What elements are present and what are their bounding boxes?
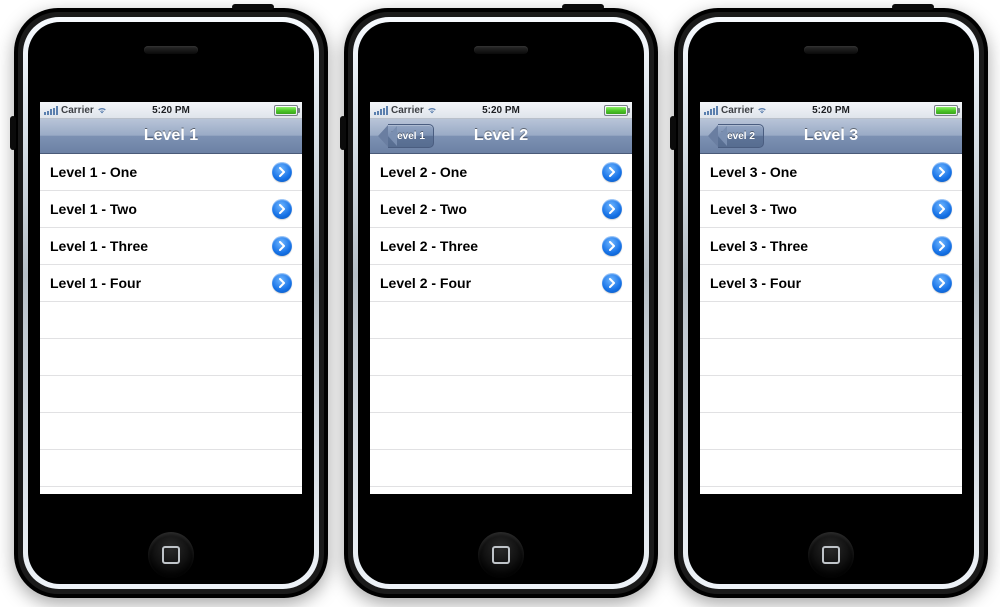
table-row [700,413,962,450]
wifi-icon [427,106,437,114]
table-row [370,413,632,450]
table-row [700,339,962,376]
status-bar: Carrier 5:20 PM [40,102,302,119]
power-button[interactable] [562,4,604,10]
table-view[interactable]: Level 1 - One Level 1 - Two Level 1 - Th… [40,154,302,494]
battery-icon [274,105,298,116]
table-row [700,450,962,487]
signal-icon [704,106,718,115]
wifi-icon [757,106,767,114]
carrier-label: Carrier [61,105,94,116]
battery-icon [604,105,628,116]
home-button[interactable] [808,532,854,578]
back-button[interactable]: Level 2 [708,125,764,147]
row-label: Level 1 - Four [50,275,141,291]
status-bar: Carrier 5:20 PM [370,102,632,119]
table-row[interactable]: Level 1 - One [40,154,302,191]
table-row [370,450,632,487]
disclosure-icon[interactable] [272,236,292,256]
disclosure-icon[interactable] [932,273,952,293]
wifi-icon [97,106,107,114]
row-label: Level 1 - Three [50,238,148,254]
row-label: Level 3 - Three [710,238,808,254]
table-row[interactable]: Level 3 - Two [700,191,962,228]
nav-bar: Level 1 Level 2 [370,119,632,154]
row-label: Level 3 - Four [710,275,801,291]
row-label: Level 1 - Two [50,201,137,217]
earpiece [474,46,528,54]
table-row[interactable]: Level 1 - Four [40,265,302,302]
disclosure-icon[interactable] [932,199,952,219]
screen: Carrier 5:20 PM Level 1 Level 1 - One Le… [40,102,302,494]
battery-icon [934,105,958,116]
table-row[interactable]: Level 2 - Two [370,191,632,228]
table-row [40,413,302,450]
nav-title: Level 3 [804,127,858,145]
disclosure-icon[interactable] [272,162,292,182]
table-row [40,487,302,494]
phone-1: Carrier 5:20 PM Level 1 Level 2 Level 2 … [344,8,658,598]
nav-title: Level 2 [474,127,528,145]
table-row[interactable]: Level 3 - One [700,154,962,191]
carrier-label: Carrier [721,105,754,116]
power-button[interactable] [232,4,274,10]
table-row[interactable]: Level 2 - Four [370,265,632,302]
disclosure-icon[interactable] [602,199,622,219]
phone-0: Carrier 5:20 PM Level 1 Level 1 - One Le… [14,8,328,598]
table-row [370,339,632,376]
row-label: Level 1 - One [50,164,137,180]
table-row [40,450,302,487]
table-row[interactable]: Level 2 - One [370,154,632,191]
silent-switch[interactable] [10,116,16,150]
carrier-label: Carrier [391,105,424,116]
table-row [40,376,302,413]
table-row[interactable]: Level 3 - Three [700,228,962,265]
row-label: Level 3 - Two [710,201,797,217]
disclosure-icon[interactable] [602,236,622,256]
row-label: Level 3 - One [710,164,797,180]
nav-bar: Level 1 [40,119,302,154]
disclosure-icon[interactable] [932,162,952,182]
table-row [370,302,632,339]
table-view[interactable]: Level 2 - One Level 2 - Two Level 2 - Th… [370,154,632,494]
disclosure-icon[interactable] [602,273,622,293]
signal-icon [44,106,58,115]
silent-switch[interactable] [670,116,676,150]
table-row [700,302,962,339]
earpiece [804,46,858,54]
row-label: Level 2 - Three [380,238,478,254]
nav-bar: Level 2 Level 3 [700,119,962,154]
table-row [700,487,962,494]
table-row [40,339,302,376]
disclosure-icon[interactable] [602,162,622,182]
table-row[interactable]: Level 1 - Two [40,191,302,228]
stage: { "status": { "carrier": "Carrier", "tim… [0,0,1000,607]
table-view[interactable]: Level 3 - One Level 3 - Two Level 3 - Th… [700,154,962,494]
disclosure-icon[interactable] [932,236,952,256]
screen: Carrier 5:20 PM Level 2 Level 3 Level 3 … [700,102,962,494]
table-row[interactable]: Level 1 - Three [40,228,302,265]
row-label: Level 2 - One [380,164,467,180]
status-bar: Carrier 5:20 PM [700,102,962,119]
row-label: Level 2 - Four [380,275,471,291]
table-row[interactable]: Level 2 - Three [370,228,632,265]
table-row [370,487,632,494]
back-button[interactable]: Level 1 [378,125,434,147]
home-button[interactable] [148,532,194,578]
power-button[interactable] [892,4,934,10]
disclosure-icon[interactable] [272,273,292,293]
disclosure-icon[interactable] [272,199,292,219]
nav-title: Level 1 [144,127,198,145]
table-row[interactable]: Level 3 - Four [700,265,962,302]
signal-icon [374,106,388,115]
earpiece [144,46,198,54]
row-label: Level 2 - Two [380,201,467,217]
table-row [370,376,632,413]
table-row [40,302,302,339]
table-row [700,376,962,413]
home-button[interactable] [478,532,524,578]
screen: Carrier 5:20 PM Level 1 Level 2 Level 2 … [370,102,632,494]
phone-2: Carrier 5:20 PM Level 2 Level 3 Level 3 … [674,8,988,598]
silent-switch[interactable] [340,116,346,150]
